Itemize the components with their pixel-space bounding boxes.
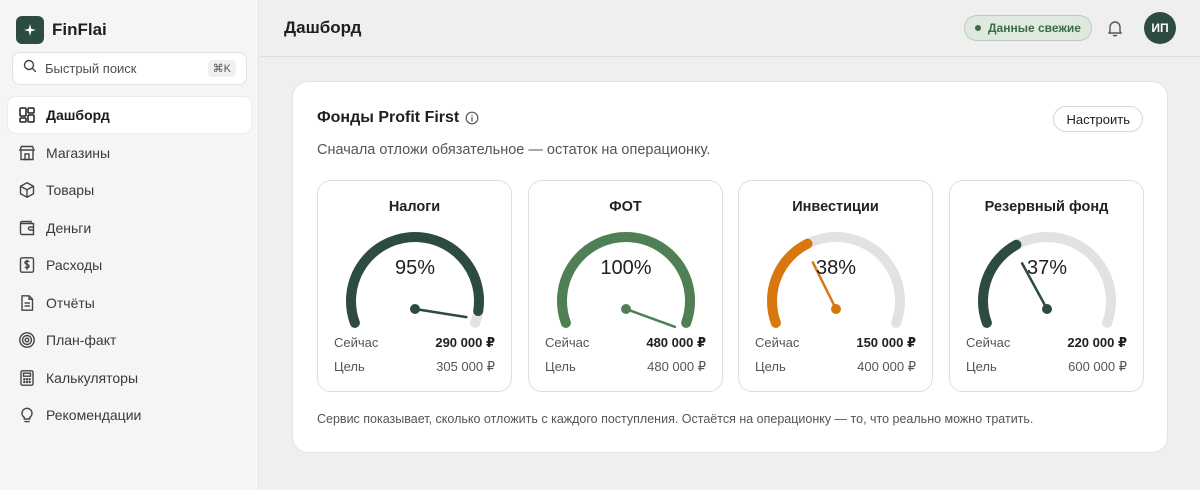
now-value: 220 000 ₽	[1067, 335, 1127, 350]
card-footnote: Сервис показывает, сколько отложить с ка…	[317, 412, 1034, 426]
top-header: Дашборд Данные свежие ИП	[260, 0, 1200, 57]
goal-label: Цель	[545, 359, 576, 374]
search-shortcut: ⌘K	[207, 60, 236, 77]
box-icon	[18, 181, 36, 199]
sidebar-item-recommendations[interactable]: Рекомендации	[8, 397, 251, 433]
now-label: Сейчас	[334, 335, 379, 350]
sidebar-item-label: План-факт	[46, 332, 117, 348]
brand[interactable]: FinFlai	[16, 16, 107, 44]
sidebar: FinFlai Быстрый поиск ⌘K Дашборд Магазин…	[0, 0, 259, 490]
sidebar-item-label: Расходы	[46, 257, 103, 273]
search-placeholder: Быстрый поиск	[45, 61, 137, 76]
status-text: Данные свежие	[988, 21, 1081, 35]
sidebar-item-plan-fact[interactable]: План-факт	[8, 322, 251, 358]
fund-now-row: Сейчас 480 000 ₽	[545, 335, 706, 351]
fund-name: ФОТ	[609, 199, 642, 215]
fund-name: Резервный фонд	[984, 199, 1109, 215]
fund-goal-row: Цель 480 000 ₽	[545, 359, 706, 375]
goal-value: 480 000 ₽	[647, 359, 706, 374]
now-value: 480 000 ₽	[646, 335, 706, 350]
gauge-percent-label: 95%	[395, 257, 435, 279]
card-subtitle: Сначала отложи обязательное — остаток на…	[317, 142, 711, 158]
sidebar-item-products[interactable]: Товары	[8, 172, 251, 208]
status-badge: Данные свежие	[964, 15, 1092, 41]
now-label: Сейчас	[966, 335, 1011, 350]
gauge-progress	[767, 238, 813, 328]
target-icon	[18, 331, 36, 349]
report-icon	[18, 294, 36, 312]
fund-now-row: Сейчас 150 000 ₽	[755, 335, 916, 351]
gauge-needle	[413, 307, 468, 319]
fund-gauge: 38%	[767, 232, 905, 328]
sidebar-item-expenses[interactable]: Расходы	[8, 247, 251, 283]
now-value: 150 000 ₽	[856, 335, 916, 350]
profit-first-card: Фонды Profit First Настроить Сначала отл…	[292, 81, 1168, 453]
gauge-percent-label: 38%	[816, 257, 856, 279]
card-title: Фонды Profit First	[317, 109, 479, 127]
fund-card-payroll: ФОТ 100% Сейчас 480 000 ₽ Цель 480 000 ₽	[528, 180, 723, 392]
card-title-text: Фонды Profit First	[317, 109, 460, 126]
info-icon[interactable]	[465, 111, 479, 125]
gauge-needle	[624, 307, 677, 329]
fund-now-row: Сейчас 290 000 ₽	[334, 335, 495, 351]
fund-goal-row: Цель 600 000 ₽	[966, 359, 1127, 375]
fund-card-reserve: Резервный фонд 37% Сейчас 220 000 ₽ Цель…	[949, 180, 1144, 392]
status-dot	[975, 25, 981, 31]
sidebar-nav: Дашборд Магазины Товары Деньги Расходы О…	[8, 97, 251, 435]
gauge-progress	[978, 239, 1022, 328]
page-title: Дашборд	[284, 18, 362, 37]
search-input[interactable]: Быстрый поиск ⌘K	[12, 52, 247, 85]
fund-gauge: 100%	[557, 232, 695, 329]
gauge-pivot	[410, 304, 420, 314]
now-label: Сейчас	[545, 335, 590, 350]
sidebar-item-money[interactable]: Деньги	[8, 210, 251, 246]
goal-value: 600 000 ₽	[1068, 359, 1127, 374]
sidebar-item-stores[interactable]: Магазины	[8, 135, 251, 171]
gauge-percent-label: 100%	[600, 257, 651, 279]
funds-grid: Налоги 95% Сейчас 290 000 ₽ Цель 305 000…	[317, 180, 1144, 392]
goal-value: 400 000 ₽	[857, 359, 916, 374]
sidebar-item-label: Деньги	[46, 219, 92, 236]
wallet-icon	[18, 219, 36, 237]
fund-name: Налоги	[388, 199, 441, 215]
sidebar-item-reports[interactable]: Отчёты	[8, 285, 251, 321]
sidebar-item-label: Калькуляторы	[46, 369, 139, 386]
avatar[interactable]: ИП	[1144, 12, 1176, 44]
sidebar-item-label: Магазины	[46, 144, 111, 161]
fund-goal-row: Цель 400 000 ₽	[755, 359, 916, 375]
fund-goal-row: Цель 305 000 ₽	[334, 359, 495, 375]
fund-now-row: Сейчас 220 000 ₽	[966, 335, 1127, 351]
search-icon	[23, 59, 37, 78]
now-label: Сейчас	[755, 335, 800, 350]
fund-gauge: 95%	[346, 232, 484, 328]
gauge-pivot	[1042, 304, 1052, 314]
sidebar-item-label: Дашборд	[46, 107, 110, 123]
goal-value: 305 000 ₽	[436, 359, 495, 374]
configure-button[interactable]: Настроить	[1053, 106, 1143, 132]
lightbulb-icon	[18, 406, 36, 424]
goal-label: Цель	[334, 359, 365, 374]
sidebar-item-calculators[interactable]: Калькуляторы	[8, 360, 251, 396]
logo-sparkle-icon	[16, 16, 44, 44]
sidebar-item-dashboard[interactable]: Дашборд	[8, 97, 251, 133]
fund-card-taxes: Налоги 95% Сейчас 290 000 ₽ Цель 305 000…	[317, 180, 512, 392]
store-icon	[18, 144, 36, 162]
calculator-icon	[18, 369, 36, 387]
fund-card-investments: Инвестиции 38% Сейчас 150 000 ₽ Цель 400…	[738, 180, 933, 392]
gauge-pivot	[831, 304, 841, 314]
goal-label: Цель	[966, 359, 997, 374]
fund-gauge: 37%	[978, 232, 1116, 328]
fund-name: Инвестиции	[792, 199, 879, 215]
gauge-percent-label: 37%	[1027, 257, 1067, 279]
now-value: 290 000 ₽	[435, 335, 495, 350]
sidebar-item-label: Товары	[46, 182, 95, 198]
bell-icon[interactable]	[1105, 18, 1125, 38]
dollar-receipt-icon	[18, 256, 36, 274]
app-name: FinFlai	[52, 20, 107, 39]
dashboard-icon	[18, 106, 36, 124]
sidebar-item-label: Рекомендации	[46, 407, 142, 423]
goal-label: Цель	[755, 359, 786, 374]
gauge-pivot	[621, 304, 631, 314]
sidebar-item-label: Отчёты	[46, 294, 95, 311]
